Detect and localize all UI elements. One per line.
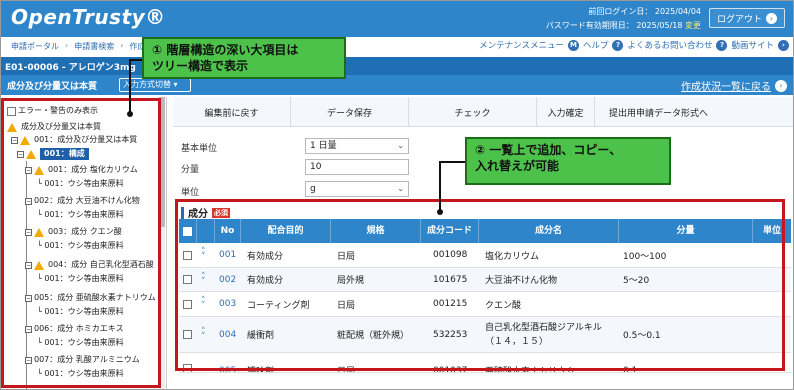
callout-leader-line: [129, 59, 131, 113]
app-window: OpenTrusty® 前回ログイン日： 2025/04/04 パスワード有効期…: [0, 0, 794, 390]
save-button[interactable]: データ保存: [291, 97, 409, 127]
chevron-down-icon: ⌄: [397, 141, 404, 150]
callout-leader-line: [439, 161, 465, 163]
unit-value: g: [310, 184, 316, 194]
app-logo: OpenTrusty®: [11, 5, 166, 29]
table-highlight-box: [175, 199, 785, 371]
arrow-right-icon: ›: [766, 12, 777, 24]
breadcrumb-separator: ›: [120, 41, 124, 50]
check-button[interactable]: チェック: [409, 97, 537, 127]
confirm-button[interactable]: 入力確定: [537, 97, 595, 127]
chevron-down-icon: ⌄: [397, 184, 404, 193]
maintenance-menu-link[interactable]: メンテナンスメニュー: [479, 39, 564, 51]
pw-expiry-label: パスワード有効期限日：: [545, 21, 634, 30]
callout-table: ② 一覧上で追加、コピー、 入れ替えが可能: [465, 137, 671, 185]
logout-label: ログアウト: [716, 14, 762, 25]
breadcrumb: 申請ポータル › 申請書検索 › 作成: [11, 41, 145, 52]
pw-expiry-value: 2025/05/18: [636, 21, 683, 30]
document-code: E01-00006 - アレロゲン3mg: [5, 63, 136, 73]
callout-leader-line: [439, 161, 441, 211]
amount-input[interactable]: 10: [305, 159, 409, 175]
header-bar: OpenTrusty® 前回ログイン日： 2025/04/04 パスワード有効期…: [1, 1, 793, 37]
base-unit-value: 1 日量: [310, 141, 337, 151]
faq-link[interactable]: よくあるお問い合わせ: [627, 39, 712, 51]
action-toolbar: 編集前に戻す データ保存 チェック 入力確定 提出用申請データ形式へ: [173, 97, 793, 127]
export-button[interactable]: 提出用申請データ形式へ: [595, 97, 793, 127]
question-icon: ?: [612, 39, 624, 51]
breadcrumb-search[interactable]: 申請書検索: [74, 41, 114, 52]
breadcrumb-portal[interactable]: 申請ポータル: [11, 41, 59, 52]
base-unit-label: 基本単位: [181, 144, 218, 154]
document-title-bar: E01-00006 - アレロゲン3mg: [1, 57, 793, 75]
video-site-link[interactable]: 動画サイト: [731, 39, 774, 51]
unit-select[interactable]: g ⌄: [305, 181, 409, 197]
amount-label: 分量: [181, 165, 200, 175]
callout-anchor-dot: [437, 209, 443, 215]
amount-value: 10: [310, 162, 322, 172]
section-bar: 成分及び分量又は本質 入力方式切替 ▾ 作成状況一覧に戻る ›: [1, 75, 793, 95]
tree-highlight-box: [1, 98, 161, 388]
back-to-list-label: 作成状況一覧に戻る: [681, 82, 771, 93]
question-icon: ?: [716, 39, 728, 51]
arrow-right-icon: ›: [778, 39, 789, 51]
logout-button[interactable]: ログアウト ›: [709, 8, 785, 28]
manual-icon: M: [567, 39, 579, 51]
login-info: 前回ログイン日： 2025/04/04 パスワード有効期限日： 2025/05/…: [521, 5, 701, 33]
help-link[interactable]: ヘルプ: [583, 39, 609, 51]
breadcrumb-separator: ›: [65, 41, 69, 50]
back-to-list-link[interactable]: 作成状況一覧に戻る ›: [681, 78, 787, 93]
section-title: 成分及び分量又は本質: [7, 82, 98, 92]
last-login-value: 2025/04/04: [654, 7, 701, 16]
revert-button[interactable]: 編集前に戻す: [173, 97, 291, 127]
pw-renew-link[interactable]: 変更: [685, 21, 701, 30]
callout-anchor-dot: [127, 111, 133, 117]
top-links: メンテナンスメニュー M ヘルプ ? よくあるお問い合わせ ? 動画サイト ›: [471, 39, 789, 51]
unit-label: 単位: [181, 188, 200, 198]
arrow-right-icon: ›: [775, 79, 787, 92]
last-login-label: 前回ログイン日：: [588, 7, 653, 16]
callout-tree: ① 階層構造の深い大項目は ツリー構造で表示: [142, 37, 346, 79]
base-unit-select[interactable]: 1 日量 ⌄: [305, 138, 409, 154]
